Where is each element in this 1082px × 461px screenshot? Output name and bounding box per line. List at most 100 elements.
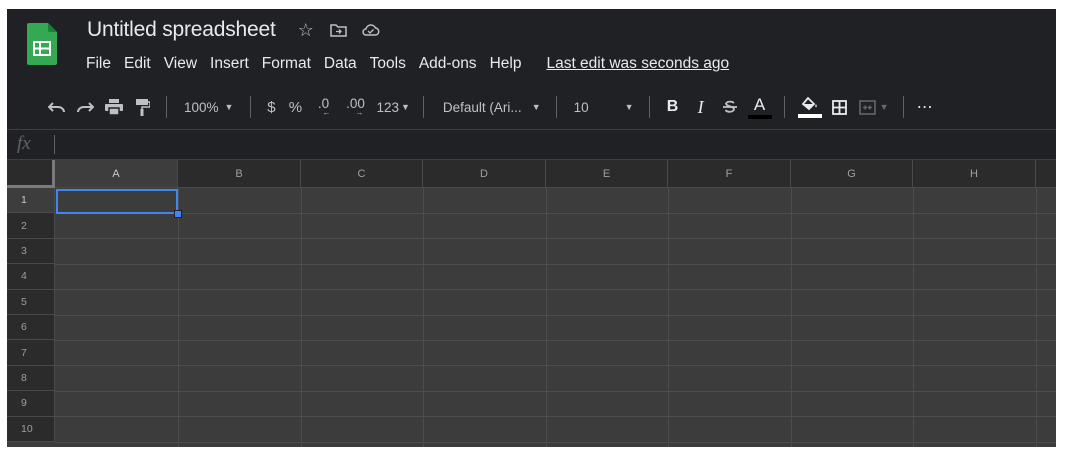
- decrease-decimal-button[interactable]: .0 ←: [308, 93, 338, 121]
- menu-add-ons[interactable]: Add-ons: [419, 55, 477, 73]
- menu-data[interactable]: Data: [324, 55, 357, 73]
- column-header-c[interactable]: C: [301, 160, 423, 188]
- formula-input[interactable]: [63, 130, 1056, 160]
- gridline: [55, 314, 1056, 316]
- row-header-7[interactable]: 7: [7, 340, 55, 366]
- row-header-1[interactable]: 1: [7, 188, 55, 214]
- row-header-4[interactable]: 4: [7, 264, 55, 290]
- toolbar-divider: [250, 96, 252, 118]
- toolbar-divider: [166, 96, 167, 118]
- font-size-value: 10: [573, 99, 589, 115]
- redo-icon[interactable]: [71, 93, 99, 121]
- fill-color-swatch: [797, 113, 822, 118]
- toolbar-divider: [648, 96, 650, 118]
- more-formats-label: 123: [376, 99, 399, 115]
- gridline: [55, 441, 1056, 443]
- more-formats-button[interactable]: 123 ▼: [372, 93, 413, 121]
- column-header-b[interactable]: B: [178, 160, 301, 188]
- column-header-partial[interactable]: [1036, 160, 1056, 188]
- gridline: [55, 238, 1056, 240]
- gridline: [55, 289, 1056, 291]
- font-family-select[interactable]: Default (Ari... ▼: [433, 93, 547, 121]
- chevron-down-icon: ▼: [400, 102, 410, 112]
- last-edit-link[interactable]: Last edit was seconds ago: [546, 55, 729, 73]
- toolbar: 100% ▼ $ % .0 ← .00 → 123 ▼ Default (Ari..…: [7, 85, 1056, 129]
- menu-file[interactable]: File: [86, 55, 111, 73]
- gridline: [178, 188, 179, 447]
- increase-decimal-button[interactable]: .00 →: [338, 93, 372, 121]
- formula-divider: [54, 135, 55, 154]
- bold-button[interactable]: B: [659, 93, 687, 121]
- column-header-d[interactable]: D: [423, 160, 546, 188]
- sheets-logo-icon[interactable]: [27, 23, 57, 65]
- cloud-status-icon[interactable]: [361, 23, 380, 37]
- chevron-down-icon: ▼: [531, 102, 541, 112]
- star-icon[interactable]: ☆: [298, 20, 314, 41]
- fill-color-button[interactable]: [794, 93, 826, 121]
- gridline: [301, 188, 302, 447]
- header: Untitled spreadsheet ☆ File Edit View In…: [7, 9, 1056, 85]
- arrow-left-icon: ←: [322, 107, 331, 117]
- zoom-value: 100%: [184, 99, 219, 115]
- strikethrough-icon[interactable]: [715, 93, 745, 121]
- title-row: Untitled spreadsheet ☆: [87, 18, 380, 42]
- row-header-9[interactable]: 9: [7, 391, 55, 417]
- text-color-button[interactable]: A: [745, 93, 775, 121]
- gridline: [913, 188, 914, 447]
- gridline: [546, 188, 547, 447]
- italic-button[interactable]: I: [687, 93, 715, 121]
- undo-icon[interactable]: [43, 93, 71, 121]
- toolbar-divider: [902, 96, 904, 118]
- currency-format-button[interactable]: $: [260, 93, 282, 121]
- spreadsheet-window: Untitled spreadsheet ☆ File Edit View In…: [7, 9, 1056, 447]
- move-folder-icon[interactable]: [330, 23, 347, 37]
- chevron-down-icon: ▼: [624, 102, 634, 112]
- gridline: [55, 416, 1056, 418]
- row-header-2[interactable]: 2: [7, 213, 55, 239]
- menu-edit[interactable]: Edit: [124, 55, 151, 73]
- row-header-3[interactable]: 3: [7, 238, 55, 265]
- toolbar-divider: [555, 96, 557, 118]
- row-header-10[interactable]: 10: [7, 416, 55, 442]
- formula-bar: fx: [7, 129, 1056, 160]
- gridline: [55, 365, 1056, 367]
- document-title[interactable]: Untitled spreadsheet: [87, 18, 276, 42]
- menu-help[interactable]: Help: [490, 55, 522, 73]
- column-header-h[interactable]: H: [913, 160, 1036, 188]
- select-all-corner[interactable]: [7, 160, 55, 188]
- text-color-swatch: [747, 114, 772, 119]
- percent-format-button[interactable]: %: [282, 93, 308, 121]
- more-icon[interactable]: ⋯: [913, 93, 937, 121]
- merge-cells-icon[interactable]: ▼: [854, 93, 894, 121]
- print-icon[interactable]: [99, 93, 129, 121]
- row-header-5[interactable]: 5: [7, 289, 55, 315]
- menu-view[interactable]: View: [164, 55, 197, 73]
- gridline: [55, 213, 1056, 214]
- menu-tools[interactable]: Tools: [370, 55, 406, 73]
- font-size-select[interactable]: 10 ▼: [566, 93, 640, 121]
- fill-handle[interactable]: [174, 210, 182, 218]
- selected-cell-a1[interactable]: [56, 189, 178, 214]
- column-header-f[interactable]: F: [668, 160, 791, 188]
- sheet-grid[interactable]: A B C D E F G H 1 2 3 4 5 6 7 8 9 10: [7, 160, 1056, 447]
- row-header-8[interactable]: 8: [7, 365, 55, 392]
- gridline: [668, 188, 669, 447]
- gridline: [55, 263, 1056, 265]
- zoom-select[interactable]: 100% ▼: [176, 93, 241, 121]
- column-header-e[interactable]: E: [546, 160, 668, 188]
- paint-format-icon[interactable]: [129, 93, 157, 121]
- text-color-icon: A: [753, 94, 766, 114]
- row-header-6[interactable]: 6: [7, 315, 55, 341]
- toolbar-divider: [422, 96, 424, 118]
- gridline: [423, 188, 424, 447]
- borders-icon[interactable]: [826, 93, 854, 121]
- menu-insert[interactable]: Insert: [210, 55, 249, 73]
- chevron-down-icon: ▼: [224, 102, 234, 112]
- gridline: [791, 188, 792, 447]
- gridline: [1036, 188, 1037, 447]
- menu-format[interactable]: Format: [262, 55, 311, 73]
- font-family-value: Default (Ari...: [442, 99, 522, 115]
- column-header-a[interactable]: A: [55, 160, 178, 188]
- chevron-down-icon: ▼: [879, 102, 889, 112]
- column-header-g[interactable]: G: [791, 160, 913, 188]
